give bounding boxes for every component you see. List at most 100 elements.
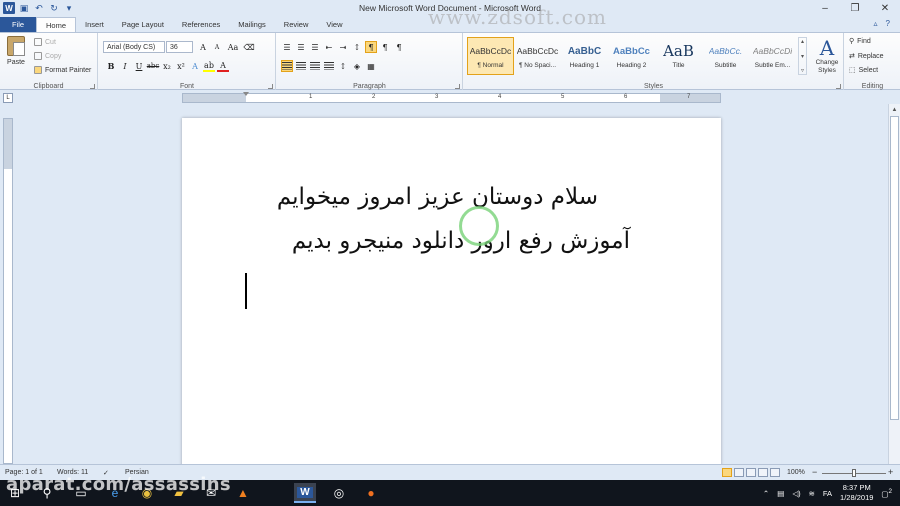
print-layout-view-icon[interactable] [722,468,732,477]
notifications-icon[interactable]: ▢2 [881,488,892,499]
tab-page-layout[interactable]: Page Layout [113,17,173,32]
recorder-icon[interactable]: ◎ [328,483,350,503]
change-styles-button[interactable]: A Change Styles [810,37,844,75]
find-button[interactable]: ⚲ Find [849,37,871,46]
clock[interactable]: 8:37 PM 1/28/2019 [840,483,873,503]
clipboard-launcher-icon[interactable] [90,84,95,89]
increase-indent-icon[interactable]: ⇥ [337,41,349,53]
align-center-button[interactable] [295,60,307,72]
full-screen-view-icon[interactable] [734,468,744,477]
superscript-button[interactable]: x² [175,60,187,72]
select-button[interactable]: ⬚ Select [849,66,878,75]
tab-home[interactable]: Home [36,17,77,32]
tab-selector-icon[interactable]: L [3,93,13,103]
scroll-up-arrow-icon[interactable]: ▲ [889,104,900,115]
scroll-down-icon[interactable]: ▾ [801,53,804,60]
paste-button[interactable]: Paste [4,36,28,76]
justify-button[interactable] [323,60,335,72]
styles-gallery-scroll[interactable]: ▴ ▾ ▿ [798,37,807,75]
style-subtle-emphasis[interactable]: AaBbCcDi Subtle Em... [749,37,796,75]
word-taskbar-icon[interactable]: W [294,483,316,503]
tab-view[interactable]: View [317,17,351,32]
multilevel-list-icon[interactable]: ☰ [309,41,321,53]
indent-marker-icon[interactable] [243,92,249,96]
web-layout-view-icon[interactable] [746,468,756,477]
vertical-ruler[interactable] [3,118,13,464]
more-styles-icon[interactable]: ▿ [801,67,804,74]
italic-button[interactable]: I [119,60,131,72]
style-name: Heading 2 [616,62,647,69]
line-spacing-icon[interactable]: ↕ [337,60,349,72]
document-page[interactable]: سلام دوستان عزیز امروز میخوایم آموزش رفع… [182,118,721,464]
network-icon[interactable]: ▤ [777,489,784,498]
show-formatting-icon[interactable]: ¶ [393,41,405,53]
draft-view-icon[interactable] [770,468,780,477]
minimize-ribbon-icon[interactable]: ▵ [874,19,878,28]
scroll-up-icon[interactable]: ▴ [801,38,804,45]
style-heading-2[interactable]: AaBbCc Heading 2 [608,37,655,75]
text-effects-icon[interactable]: A [189,60,201,72]
wifi-icon[interactable]: ≋ [809,489,815,498]
grow-font-icon[interactable]: A [197,41,209,53]
tab-references[interactable]: References [173,17,229,32]
cut-button[interactable]: Cut [34,38,56,46]
rtl-direction-icon[interactable]: ¶ [379,41,391,53]
style-subtitle[interactable]: AaBbCc. Subtitle [702,37,749,75]
keyboard-language[interactable]: FA [823,489,832,498]
sort-icon[interactable]: ↕ [351,41,363,53]
style-title[interactable]: AaB Title [655,37,702,75]
horizontal-ruler[interactable]: 1 2 3 4 5 6 7 [182,92,721,103]
format-painter-button[interactable]: Format Painter [34,66,91,74]
align-right-button[interactable] [309,60,321,72]
scrollbar-thumb[interactable] [890,116,899,420]
tab-file[interactable]: File [0,17,36,32]
underline-button[interactable]: U [133,60,145,72]
binoculars-icon: ⚲ [849,38,855,45]
clipboard-label: Clipboard [33,83,64,90]
tab-insert[interactable]: Insert [76,17,113,32]
help-icon[interactable]: ? [886,19,890,28]
tab-review[interactable]: Review [275,17,318,32]
numbering-icon[interactable]: ☰ [295,41,307,53]
copy-button[interactable]: Copy [34,52,61,60]
firefox-icon[interactable]: ● [360,483,382,503]
minimize-button[interactable]: – [810,0,840,17]
shrink-font-icon[interactable]: A [211,41,223,53]
bullets-icon[interactable]: ☰ [281,41,293,53]
vlc-icon[interactable]: ▲ [232,483,254,503]
subscript-button[interactable]: x₂ [161,60,173,72]
zoom-level[interactable]: 100% [787,469,805,476]
font-color-icon[interactable]: A [217,60,229,72]
zoom-slider-thumb[interactable] [852,469,856,477]
zoom-out-icon[interactable]: − [812,467,817,477]
style-normal[interactable]: AaBbCcDc ¶ Normal [467,37,514,75]
change-case-icon[interactable]: Aa [225,41,241,53]
tab-mailings[interactable]: Mailings [229,17,275,32]
align-left-button[interactable] [281,60,293,72]
clear-formatting-icon[interactable]: ⌫ [243,41,255,53]
styles-launcher-icon[interactable] [836,84,841,89]
bold-button[interactable]: B [105,60,117,72]
outline-view-icon[interactable] [758,468,768,477]
title-bar: W ▣ ↶ ↻ ▾ New Microsoft Word Document - … [0,0,900,29]
decrease-indent-icon[interactable]: ⇤ [323,41,335,53]
strikethrough-button[interactable]: abc [147,60,160,72]
style-no-spacing[interactable]: AaBbCcDc ¶ No Spaci... [514,37,561,75]
shading-icon[interactable]: ◈ [351,60,363,72]
font-size-box[interactable]: 36 [166,41,193,53]
maximize-button[interactable]: ❐ [840,0,870,17]
font-launcher-icon[interactable] [268,84,273,89]
vertical-scrollbar[interactable]: ▲ [888,104,900,464]
ltr-direction-icon[interactable]: ¶ [365,41,377,53]
document-line[interactable]: سلام دوستان عزیز امروز میخوایم [277,184,598,210]
volume-icon[interactable]: ◁) [792,489,800,498]
highlight-icon[interactable]: ab [203,60,215,72]
close-button[interactable]: ✕ [870,0,900,17]
style-heading-1[interactable]: AaBbC Heading 1 [561,37,608,75]
replace-button[interactable]: ⇄ Replace [849,52,884,61]
zoom-in-icon[interactable]: + [888,467,893,477]
font-name-box[interactable]: Arial (Body CS) [103,41,165,53]
borders-icon[interactable]: ▦ [365,60,377,72]
paragraph-launcher-icon[interactable] [455,84,460,89]
people-icon[interactable]: ⌃ [763,489,769,498]
